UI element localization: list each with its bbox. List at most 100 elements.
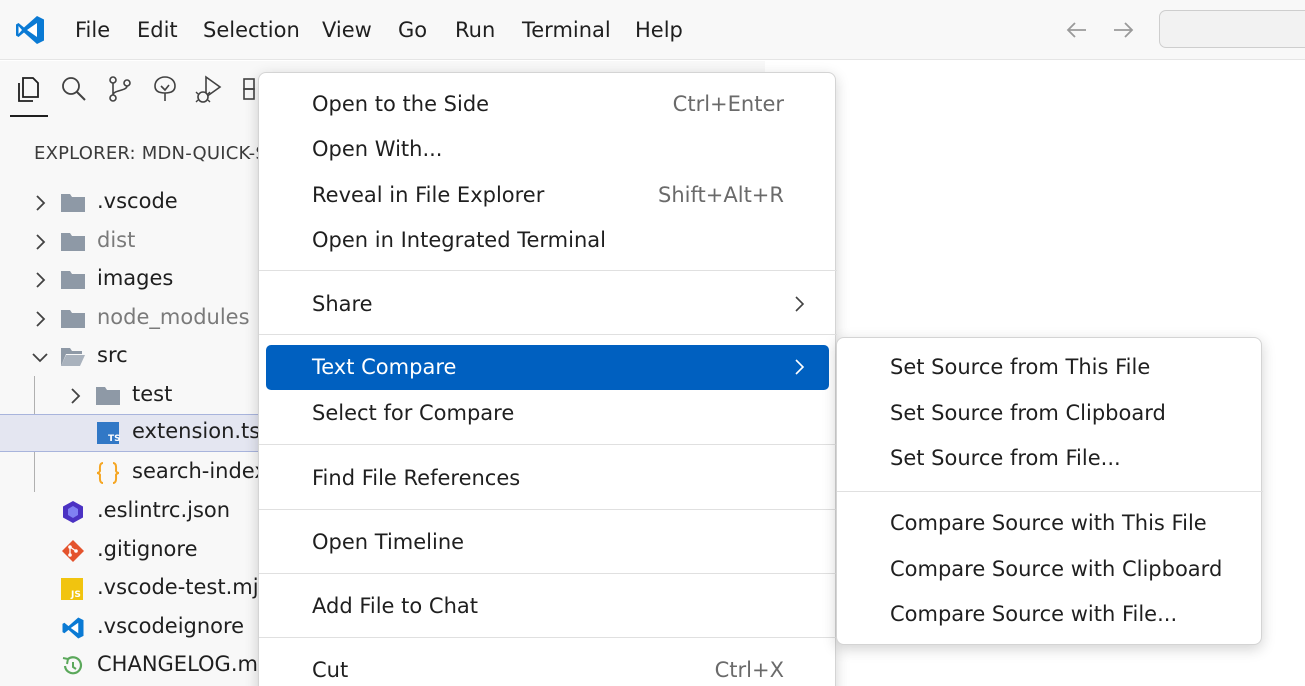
tree-item-label: search-index bbox=[132, 459, 267, 483]
chevron-right-icon bbox=[71, 388, 81, 404]
menu-item-select-for-compare[interactable]: Select for Compare bbox=[266, 391, 829, 436]
menu-item-label: Open Timeline bbox=[312, 530, 465, 554]
folder-icon bbox=[96, 387, 120, 405]
folder-icon bbox=[61, 233, 85, 251]
title-bar: File Edit Selection View Go Run Terminal… bbox=[0, 0, 1305, 60]
menu-separator bbox=[837, 491, 1263, 492]
menu-item-label: Open in Integrated Terminal bbox=[312, 228, 606, 252]
menu-item-text-compare[interactable]: Text Compare bbox=[266, 345, 829, 390]
submenu-item-label: Compare Source with Clipboard bbox=[890, 557, 1223, 581]
menu-item-open-with[interactable]: Open With... bbox=[266, 127, 829, 172]
menu-item-shortcut: Ctrl+Enter bbox=[672, 92, 784, 116]
menu-item-label: Share bbox=[312, 292, 373, 316]
forward-arrow-icon[interactable] bbox=[1110, 17, 1136, 43]
menu-separator bbox=[259, 270, 837, 271]
menu-item-open-in-terminal[interactable]: Open in Integrated Terminal bbox=[266, 218, 829, 263]
tree-item-label: .gitignore bbox=[97, 537, 198, 561]
tree-item-label: .vscode-test.mjs bbox=[97, 575, 270, 599]
submenu-item-set-source-this-file[interactable]: Set Source from This File bbox=[844, 345, 1255, 390]
folder-open-icon bbox=[61, 348, 85, 366]
menu-item-open-to-side[interactable]: Open to the Side Ctrl+Enter bbox=[266, 82, 829, 127]
submenu-item-set-source-clipboard[interactable]: Set Source from Clipboard bbox=[844, 391, 1255, 436]
tree-item-label: node_modules bbox=[97, 305, 250, 329]
svg-text:TS: TS bbox=[108, 434, 121, 444]
menu-file[interactable]: File bbox=[75, 17, 110, 43]
menu-edit[interactable]: Edit bbox=[137, 17, 178, 43]
explorer-icon[interactable] bbox=[13, 73, 45, 105]
submenu-item-compare-clipboard[interactable]: Compare Source with Clipboard bbox=[844, 547, 1255, 592]
menu-selection[interactable]: Selection bbox=[203, 17, 300, 43]
git-icon bbox=[62, 540, 84, 562]
changelog-icon bbox=[62, 656, 83, 675]
menu-separator bbox=[259, 509, 837, 510]
menu-item-reveal-in-explorer[interactable]: Reveal in File Explorer Shift+Alt+R bbox=[266, 173, 829, 218]
folder-icon bbox=[61, 271, 85, 289]
menu-item-label: Find File References bbox=[312, 466, 521, 490]
submenu-item-label: Set Source from This File bbox=[890, 355, 1151, 379]
menu-item-shortcut: Ctrl+X bbox=[714, 658, 784, 682]
menu-help[interactable]: Help bbox=[635, 17, 683, 43]
tree-item-label: .eslintrc.json bbox=[97, 498, 231, 522]
menu-item-find-file-references[interactable]: Find File References bbox=[266, 456, 829, 501]
run-debug-icon[interactable] bbox=[194, 73, 226, 105]
json-braces-icon bbox=[96, 462, 120, 484]
menu-item-share[interactable]: Share bbox=[266, 282, 829, 327]
command-center-search[interactable] bbox=[1159, 10, 1305, 48]
vscode-logo-icon bbox=[16, 16, 44, 44]
menu-item-shortcut: Shift+Alt+R bbox=[658, 183, 784, 207]
explorer-title: EXPLORER: MDN-QUICK-S bbox=[34, 143, 267, 164]
folder-icon bbox=[61, 310, 85, 328]
tree-item-label: .vscodeignore bbox=[97, 614, 245, 638]
js-icon: JS bbox=[61, 578, 83, 600]
menu-go[interactable]: Go bbox=[398, 17, 427, 43]
submenu-item-label: Compare Source with File... bbox=[890, 602, 1178, 626]
menu-separator bbox=[259, 334, 837, 335]
menu-item-label: Cut bbox=[312, 658, 349, 682]
tree-item-label: test bbox=[132, 382, 173, 406]
menu-item-cut[interactable]: Cut Ctrl+X bbox=[266, 648, 829, 686]
menu-item-label: Reveal in File Explorer bbox=[312, 183, 545, 207]
tree-item-label: CHANGELOG.mc bbox=[97, 652, 270, 676]
menu-run[interactable]: Run bbox=[455, 17, 495, 43]
chevron-right-icon bbox=[36, 195, 46, 211]
menu-item-label: Select for Compare bbox=[312, 401, 515, 425]
menu-item-add-file-to-chat[interactable]: Add File to Chat bbox=[266, 584, 829, 629]
submenu-item-label: Set Source from File... bbox=[890, 446, 1121, 470]
chevron-down-icon bbox=[32, 353, 48, 363]
back-arrow-icon[interactable] bbox=[1064, 17, 1090, 43]
menu-item-label: Text Compare bbox=[312, 355, 457, 379]
chevron-right-icon bbox=[795, 296, 805, 312]
svg-text:JS: JS bbox=[70, 590, 81, 600]
tree-item-label: src bbox=[97, 343, 128, 367]
chevron-right-icon bbox=[36, 311, 46, 327]
tree-item-label: images bbox=[97, 266, 174, 290]
tree-item-label: .vscode bbox=[97, 189, 178, 213]
menu-separator bbox=[259, 444, 837, 445]
menu-separator bbox=[259, 637, 837, 638]
tree-item-label: extension.ts bbox=[132, 419, 261, 443]
active-view-indicator bbox=[10, 115, 48, 117]
chevron-right-icon bbox=[36, 234, 46, 250]
menu-separator bbox=[259, 573, 837, 574]
chevron-right-icon bbox=[36, 272, 46, 288]
folder-icon bbox=[61, 194, 85, 212]
submenu-item-label: Compare Source with This File bbox=[890, 511, 1207, 535]
vscode-icon bbox=[62, 617, 84, 639]
submenu-item-compare-this-file[interactable]: Compare Source with This File bbox=[844, 501, 1255, 546]
submenu-item-set-source-file[interactable]: Set Source from File... bbox=[844, 436, 1255, 481]
search-icon[interactable] bbox=[58, 73, 90, 105]
submenu-item-compare-file[interactable]: Compare Source with File... bbox=[844, 592, 1255, 637]
menu-view[interactable]: View bbox=[322, 17, 372, 43]
typescript-icon: TS bbox=[97, 422, 121, 444]
tree-item-label: dist bbox=[97, 228, 136, 252]
menu-terminal[interactable]: Terminal bbox=[522, 17, 611, 43]
menu-item-label: Open With... bbox=[312, 137, 443, 161]
chevron-right-icon bbox=[795, 359, 805, 375]
text-compare-submenu: Set Source from This File Set Source fro… bbox=[836, 337, 1263, 645]
tree-icon[interactable] bbox=[149, 73, 181, 105]
menu-item-label: Add File to Chat bbox=[312, 594, 478, 618]
menu-item-label: Open to the Side bbox=[312, 92, 490, 116]
source-control-icon[interactable] bbox=[104, 73, 136, 105]
menu-item-open-timeline[interactable]: Open Timeline bbox=[266, 520, 829, 565]
eslint-icon bbox=[63, 501, 83, 523]
